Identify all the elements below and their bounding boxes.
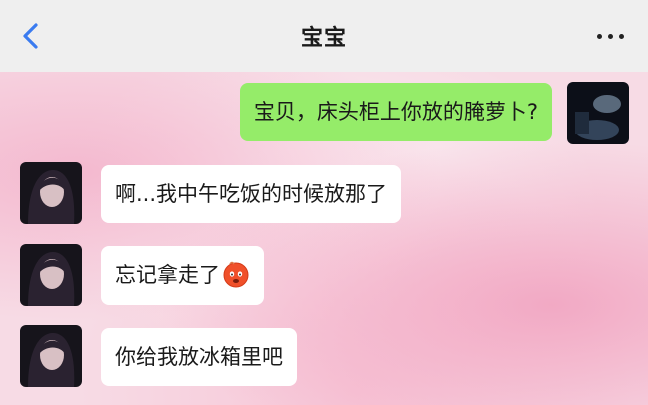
message-text: 啊...我中午吃饭的时候放那了: [115, 182, 388, 206]
message-bubble-received[interactable]: 忘记拿走了: [101, 246, 264, 305]
message-bubble-sent[interactable]: 宝贝，床头柜上你放的腌萝卜?: [239, 83, 552, 141]
chat-title: 宝宝: [300, 26, 347, 51]
contact-avatar[interactable]: [20, 162, 82, 224]
contact-avatar[interactable]: [20, 244, 82, 306]
my-avatar[interactable]: [567, 82, 629, 144]
chevron-left-icon: [23, 23, 38, 49]
hot-face-emoji: [222, 260, 250, 288]
more-button[interactable]: [590, 22, 630, 50]
more-icon: [594, 33, 627, 39]
message-text: 忘记拿走了: [115, 263, 220, 287]
chat-header: 宝宝: [0, 0, 648, 72]
message-bubble-received[interactable]: 啊...我中午吃饭的时候放那了: [101, 165, 402, 223]
contact-avatar[interactable]: [20, 325, 82, 387]
message-text: 宝贝，床头柜上你放的腌萝卜?: [253, 100, 538, 124]
back-button[interactable]: [14, 18, 50, 54]
message-text: 你给我放冰箱里吧: [115, 345, 283, 369]
message-bubble-received[interactable]: 你给我放冰箱里吧: [101, 328, 297, 386]
